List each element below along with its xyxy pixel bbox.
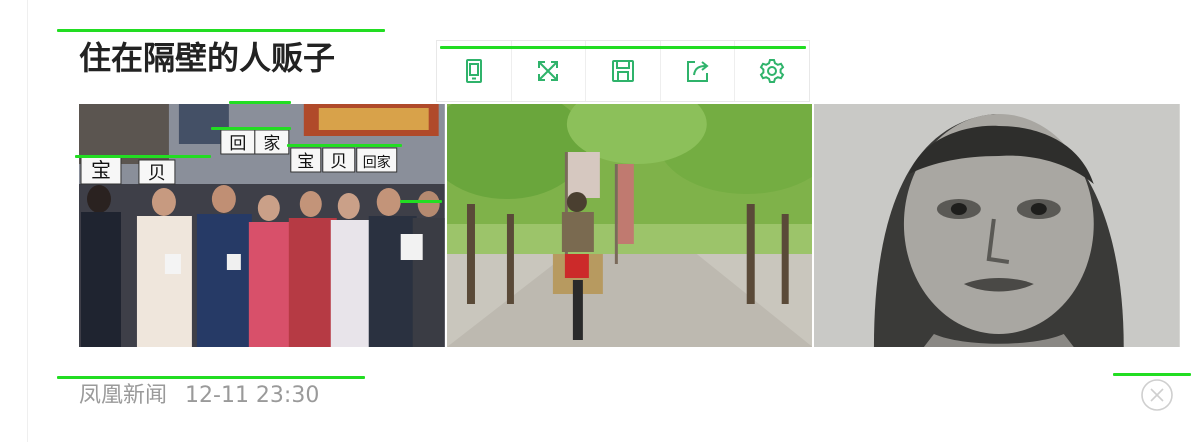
news-card: 住在隔壁的人贩子 宝 贝 回 家 宝 贝 回家 凤凰新闻 12-11 23:30 <box>0 0 1200 442</box>
share-button[interactable] <box>661 41 736 101</box>
tablet-icon <box>465 59 482 83</box>
sign-text: 宝 <box>91 158 111 182</box>
image-gallery: 宝 贝 回 家 宝 贝 回家 <box>79 104 1181 347</box>
highlight-mark <box>75 155 211 158</box>
image-toolbar <box>436 40 810 102</box>
share-icon <box>686 61 709 82</box>
settings-button[interactable] <box>735 41 809 101</box>
expand-icon <box>538 61 559 81</box>
sign-text: 贝 <box>148 163 166 184</box>
divider <box>27 0 28 442</box>
article-title[interactable]: 住在隔壁的人贩子 <box>79 35 335 81</box>
close-icon <box>1141 379 1173 411</box>
photo-motorcycle-image <box>446 104 813 347</box>
highlight-mark <box>440 46 806 49</box>
sign-text: 回家 <box>363 154 391 171</box>
article-meta: 凤凰新闻 12-11 23:30 <box>79 380 319 412</box>
highlight-mark <box>211 127 291 130</box>
highlight-mark <box>57 29 385 32</box>
gear-icon <box>759 59 785 83</box>
highlight-mark <box>229 101 291 104</box>
save-icon <box>611 60 634 82</box>
highlight-mark <box>287 144 402 147</box>
photo-crowd-image: 宝 贝 回 家 宝 贝 回家 <box>79 104 445 347</box>
dismiss-button[interactable] <box>1140 378 1174 412</box>
sign-text: 家 <box>263 134 280 154</box>
article-source: 凤凰新闻 <box>79 383 168 408</box>
save-button[interactable] <box>586 41 661 101</box>
photo-portrait-sketch[interactable] <box>814 104 1181 347</box>
sign-text: 宝 <box>297 152 314 172</box>
sign-text: 贝 <box>330 152 347 172</box>
article-time: 12-11 23:30 <box>185 383 320 408</box>
sign-text: 回 <box>229 134 246 154</box>
photo-crowd[interactable]: 宝 贝 回 家 宝 贝 回家 <box>79 104 445 347</box>
highlight-mark <box>1113 373 1191 376</box>
tablet-view-button[interactable] <box>437 41 512 101</box>
photo-motorcycle[interactable] <box>446 104 813 347</box>
highlight-mark <box>400 200 442 203</box>
fullscreen-button[interactable] <box>512 41 587 101</box>
highlight-mark <box>57 376 365 379</box>
photo-portrait-image <box>814 104 1181 347</box>
